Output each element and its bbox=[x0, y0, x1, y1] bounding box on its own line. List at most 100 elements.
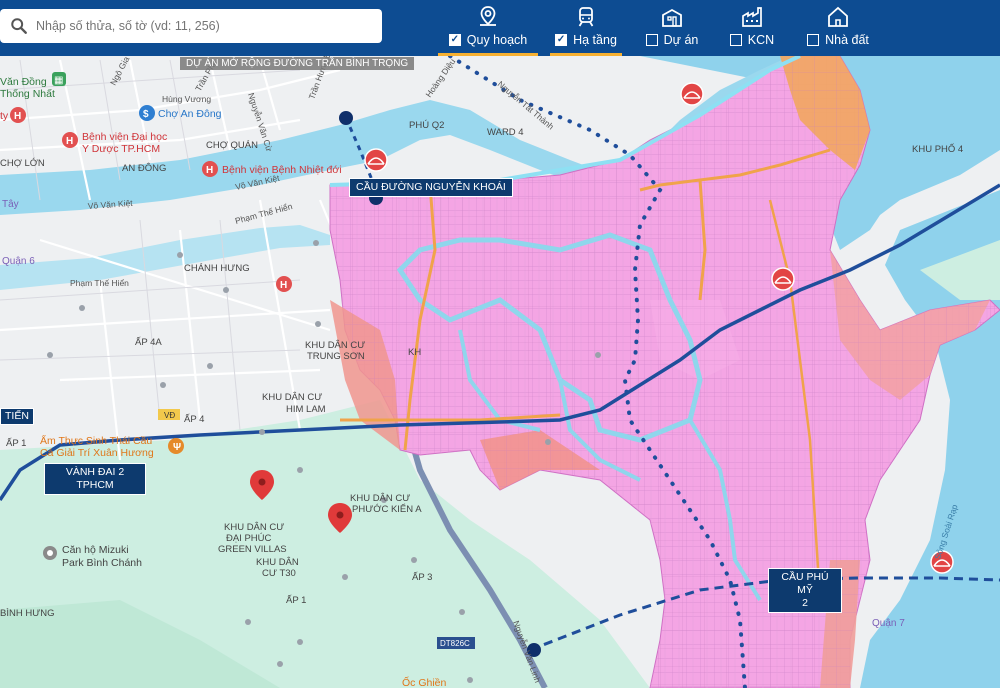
road-shield-label: VĐ bbox=[164, 411, 175, 420]
tab-label: Quy hoạch bbox=[466, 33, 528, 47]
tab-nha-dat[interactable]: Nhà đất bbox=[800, 0, 876, 56]
tab-ha-tang[interactable]: ✓ Hạ tầng bbox=[550, 0, 622, 56]
area-label: KHU DÂN CƯ bbox=[262, 392, 322, 403]
svg-text:Ψ: Ψ bbox=[173, 442, 181, 453]
area-label: CHỢ QUÁN bbox=[206, 140, 258, 151]
sign-cau-nguyen-khoai[interactable]: CẦU ĐƯỜNG NGUYỄN KHOÁI bbox=[349, 178, 513, 197]
bridge-icon[interactable] bbox=[771, 267, 795, 291]
area-label: WARD 4 bbox=[487, 127, 524, 138]
svg-text:H: H bbox=[66, 136, 73, 147]
hospital-icon[interactable]: H bbox=[202, 161, 218, 177]
train-icon bbox=[578, 7, 594, 27]
svg-text:H: H bbox=[14, 111, 21, 122]
sign-cau-phu-my-2[interactable]: CẦU PHÚ MỸ 2 bbox=[768, 568, 842, 613]
hospital-icon[interactable]: H bbox=[62, 132, 78, 148]
tab-du-an[interactable]: Dự án bbox=[640, 0, 704, 56]
area-label: ẤP 1 bbox=[286, 595, 306, 606]
poi-label: Y Dược TP.HCM bbox=[82, 143, 160, 155]
house-icon bbox=[828, 6, 848, 27]
area-label: KHU PHỐ 4 bbox=[912, 143, 963, 155]
hospital-icon[interactable]: H bbox=[10, 107, 26, 123]
area-label: KHU DÂN CƯ bbox=[305, 340, 365, 351]
tab-underline bbox=[438, 53, 538, 56]
checkbox-du-an[interactable] bbox=[645, 34, 658, 46]
sign-line: TPHCM bbox=[76, 479, 114, 491]
poi-label: Ốc Ghiền bbox=[402, 675, 447, 688]
checkbox-ha-tang[interactable]: ✓ bbox=[555, 34, 568, 46]
district-label: Tây bbox=[2, 199, 19, 210]
area-label: ẤP 1 bbox=[6, 438, 26, 449]
area-label: ẤP 4 bbox=[184, 414, 204, 425]
poi-label: Căn hộ Mizuki bbox=[62, 544, 129, 556]
factory-icon bbox=[742, 7, 762, 27]
search-input[interactable] bbox=[36, 19, 356, 33]
poi-label: ty bbox=[0, 110, 9, 122]
poi-label: Ẩm Thực Sinh Thái Cầu bbox=[40, 434, 152, 447]
checkbox-nha-dat[interactable] bbox=[807, 34, 820, 46]
tab-label: Hạ tầng bbox=[573, 33, 617, 47]
svg-text:▦: ▦ bbox=[54, 75, 63, 86]
tab-quy-hoach[interactable]: ✓ Quy hoạch bbox=[438, 0, 538, 56]
area-label: BÌNH HƯNG bbox=[0, 608, 55, 619]
road-shield-label: DT826C bbox=[440, 639, 470, 648]
poi-label: Thống Nhất bbox=[0, 88, 55, 100]
tab-label: KCN bbox=[747, 33, 775, 47]
road-shield: DT826C bbox=[437, 637, 475, 649]
tab-label: Dự án bbox=[663, 33, 699, 47]
map-canvas[interactable]: H H H H $ Ψ ▦ PHÚ Q2 WARD 4 KHU PHỐ 4 KH… bbox=[0, 56, 1000, 688]
area-label: KHU DÂN CƯ bbox=[350, 493, 410, 504]
landmark-icon[interactable]: ▦ bbox=[52, 72, 66, 86]
checkbox-kcn[interactable] bbox=[729, 34, 742, 46]
tab-label: Nhà đất bbox=[825, 33, 869, 47]
food-icon[interactable]: Ψ bbox=[168, 438, 184, 454]
area-label: TRUNG SƠN bbox=[307, 351, 365, 362]
poi-label: Chợ An Đông bbox=[158, 108, 222, 120]
svg-text:H: H bbox=[206, 165, 213, 176]
area-label: ẤP 3 bbox=[412, 572, 432, 583]
road-label: Hùng Vương bbox=[162, 94, 211, 104]
area-label: KHU DÂN CƯ bbox=[224, 522, 284, 533]
district-label: Quận 6 bbox=[2, 256, 35, 267]
sign-line: VÀNH ĐAI 2 bbox=[65, 466, 125, 478]
area-label: ĐẠI PHÚC bbox=[226, 533, 272, 544]
search-icon bbox=[11, 18, 27, 34]
top-bar: ✓ Quy hoạch ✓ Hạ tầng Dự án KCN Nhà đất bbox=[0, 0, 1000, 56]
district-label: Quận 7 bbox=[872, 618, 905, 629]
bridge-icon[interactable] bbox=[680, 82, 704, 106]
node-marker[interactable] bbox=[339, 111, 353, 125]
sign-vanh-dai-2[interactable]: VÀNH ĐAI 2 TPHCM bbox=[44, 463, 146, 495]
poi-label: Bệnh viện Bệnh Nhiệt đới bbox=[222, 164, 342, 176]
area-label: HIM LAM bbox=[286, 404, 326, 415]
shopping-icon[interactable]: $ bbox=[139, 105, 155, 121]
area-label: CƯ T30 bbox=[262, 568, 296, 579]
area-label: AN ĐÔNG bbox=[122, 163, 166, 174]
building-poi-icon[interactable] bbox=[43, 546, 57, 560]
poi-label: Bệnh viện Đại học bbox=[82, 131, 167, 143]
area-label: CHÁNH HƯNG bbox=[184, 263, 250, 274]
project-banner: DỰ ÁN MỞ RỘNG ĐƯỜNG TRẦN BÌNH TRỌNG bbox=[180, 57, 415, 70]
area-label: KH bbox=[408, 347, 421, 358]
poi-label: Cá Giải Trí Xuân Hương bbox=[40, 447, 154, 459]
checkbox-quy-hoach[interactable]: ✓ bbox=[448, 34, 461, 46]
area-label: ẤP 4A bbox=[135, 337, 162, 348]
area-label: GREEN VILLAS bbox=[218, 544, 287, 555]
sign-line: CẦU PHÚ MỸ bbox=[781, 571, 829, 596]
road-label: Phạm Thế Hiển bbox=[70, 278, 129, 288]
tab-kcn[interactable]: KCN bbox=[722, 0, 782, 56]
area-label: KHU DÂN bbox=[256, 557, 299, 568]
bridge-icon[interactable] bbox=[364, 148, 388, 172]
map-pin-icon bbox=[480, 6, 496, 26]
svg-text:H: H bbox=[280, 280, 287, 291]
sign-tien[interactable]: TIẾN bbox=[0, 408, 34, 425]
area-label: PHÚ Q2 bbox=[409, 120, 444, 131]
search-box[interactable] bbox=[0, 9, 382, 43]
building-icon bbox=[662, 8, 682, 27]
sign-line: 2 bbox=[802, 597, 808, 609]
area-label: PHƯỚC KIỂN A bbox=[352, 503, 422, 515]
area-label: CHỢ LỚN bbox=[0, 158, 45, 169]
poi-label: Văn Đồng bbox=[0, 76, 47, 88]
app-root: ✓ Quy hoạch ✓ Hạ tầng Dự án KCN Nhà đất bbox=[0, 0, 1000, 688]
hospital-icon[interactable]: H bbox=[276, 276, 292, 292]
tab-underline bbox=[550, 53, 622, 56]
svg-text:$: $ bbox=[143, 109, 149, 120]
